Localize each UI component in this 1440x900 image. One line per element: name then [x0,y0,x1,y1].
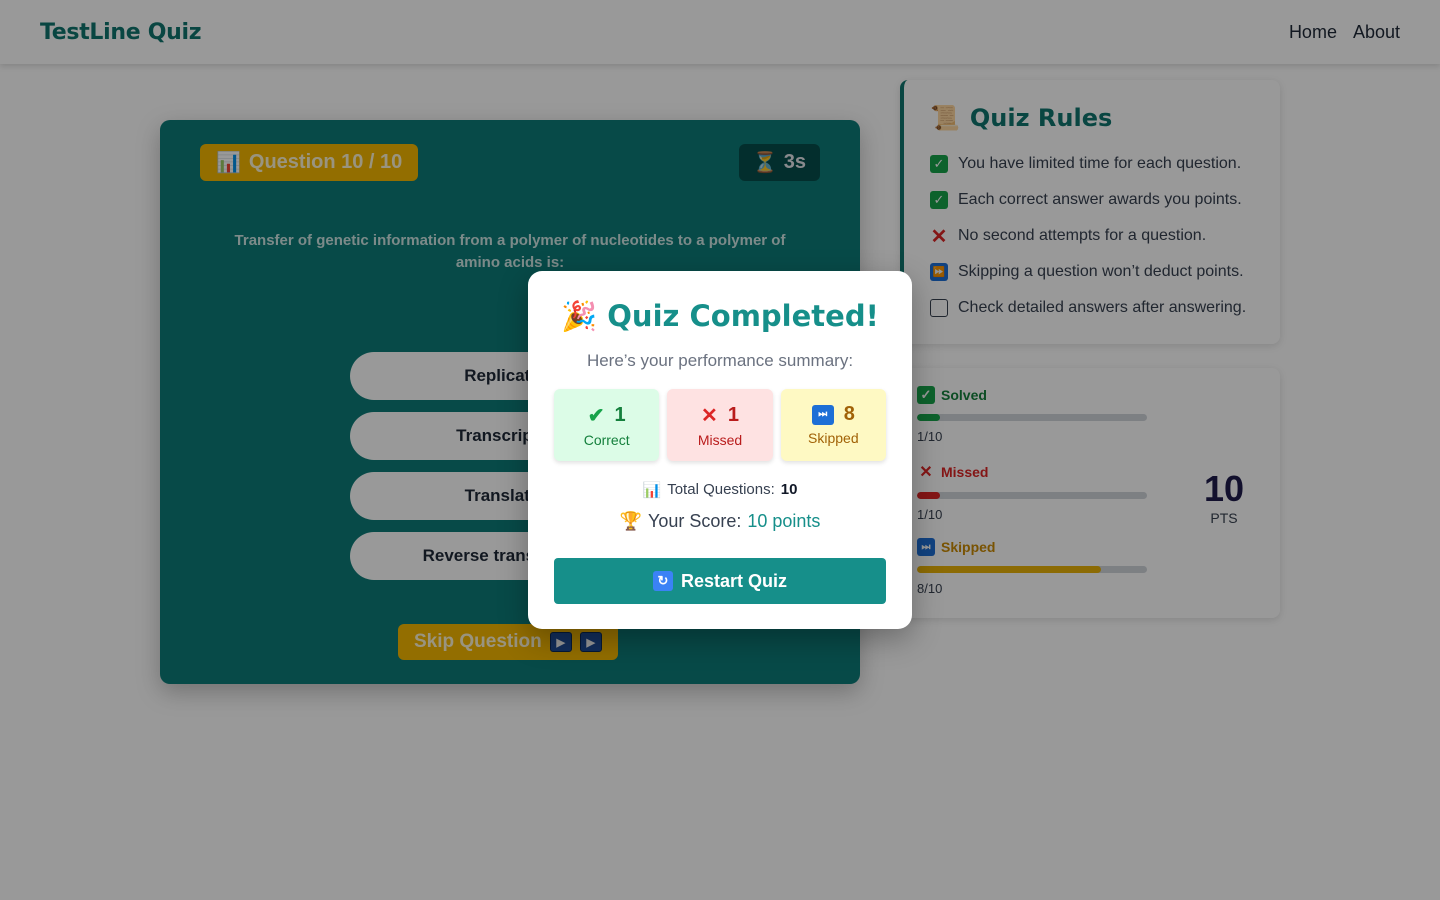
trophy-icon: 🏆 [619,511,642,531]
restart-label: Restart Quiz [680,570,788,591]
correct-card: ✔ 1 Correct [554,389,660,461]
missed-top: ✕ 1 [667,403,772,428]
fast-forward-icon: ⏭ [811,404,834,425]
cross-icon: ✕ [701,405,718,427]
correct-count: 1 [614,404,626,426]
total-label: Total Questions: [667,481,775,498]
modal-title: 🎉 Quiz Completed! [554,295,886,337]
total-value: 10 [780,481,798,498]
your-score: 🏆 Your Score: 10 points [554,511,886,532]
check-mark-icon: ✔ [587,405,605,427]
party-popper-icon: 🎉 [561,298,598,333]
total-questions: 📊 Total Questions: 10 [554,481,886,499]
score-label: Your Score: [647,511,742,531]
modal-subtitle: Here’s your performance summary: [586,351,854,370]
skipped-top: ⏭ 8 [781,403,886,426]
missed-count: 1 [727,404,739,426]
missed-label: Missed [697,432,743,448]
skipped-card: ⏭ 8 Skipped [780,389,886,461]
restart-quiz-button[interactable]: ↻ Restart Quiz [554,558,886,604]
refresh-icon: ↻ [652,571,673,591]
bar-chart-icon: 📊 [642,482,662,499]
missed-card: ✕ 1 Missed [667,389,773,461]
skipped-label: Skipped [808,430,859,446]
result-cards: ✔ 1 Correct ✕ 1 Missed ⏭ 8 Skipped [554,389,886,461]
score-value: 10 points [747,511,821,531]
correct-top: ✔ 1 [554,403,659,428]
modal-title-text: Quiz Completed! [607,299,879,333]
correct-label: Correct [583,432,630,448]
quiz-completed-modal: 🎉 Quiz Completed! Here’s your performanc… [528,271,912,629]
skipped-count: 8 [843,403,855,425]
